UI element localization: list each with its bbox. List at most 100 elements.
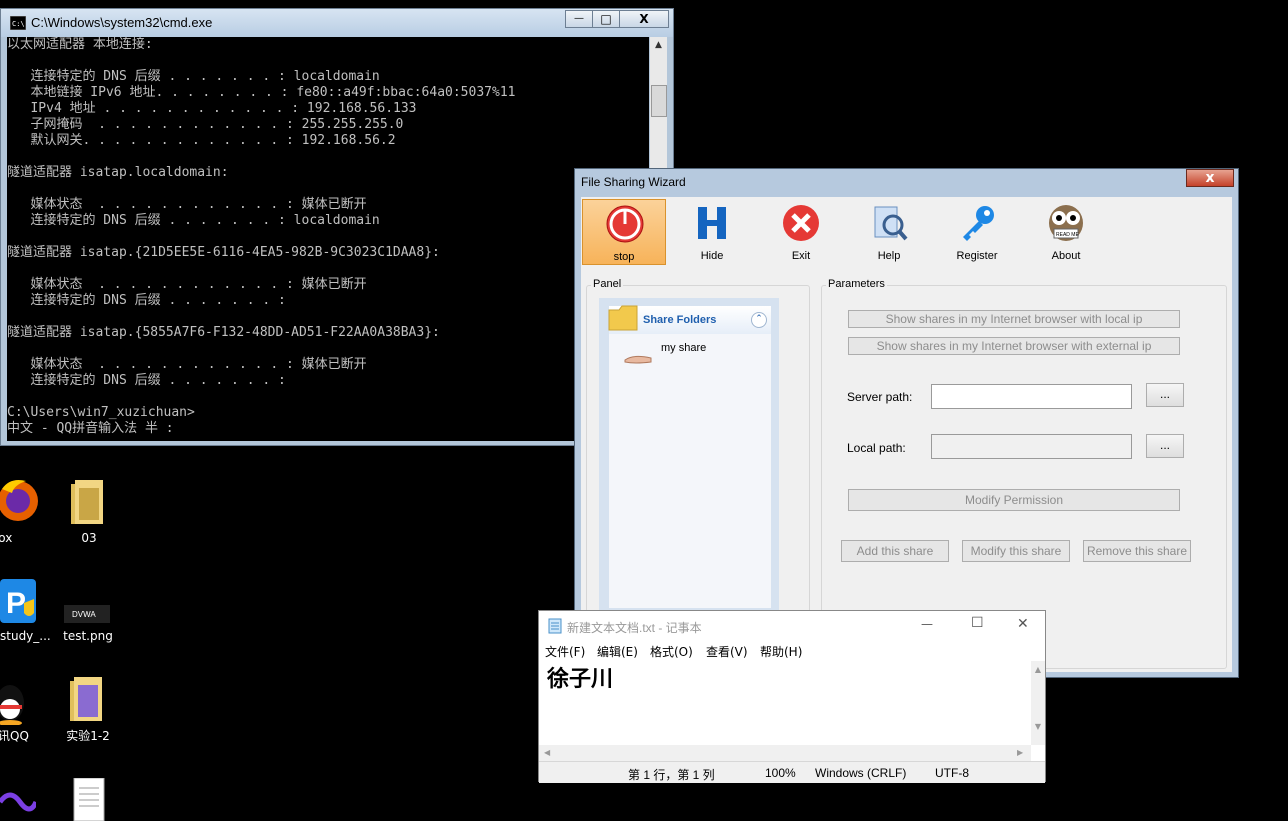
toolbar-exit-button[interactable]: Exit <box>759 199 843 265</box>
console-line: 隧道适配器 isatap.{21D5EE5E-6116-4EA5-982B-9C… <box>7 245 440 260</box>
local-path-label: Local path: <box>847 441 906 455</box>
server-path-browse-button[interactable]: ... <box>1146 383 1184 407</box>
modify-permission-button[interactable]: Modify Permission <box>848 489 1180 511</box>
svg-text:P: P <box>6 587 26 620</box>
wizard-body: stop Hide Exit Help Register READ ME Abo… <box>581 197 1232 672</box>
notepad-hscrollbar[interactable]: ◀ ▶ <box>539 745 1031 761</box>
close-button[interactable]: X <box>619 10 669 28</box>
minimize-button[interactable]: — <box>565 10 593 28</box>
add-share-button[interactable]: Add this share <box>841 540 949 562</box>
panel-label: Panel <box>591 278 624 290</box>
modify-share-button[interactable]: Modify this share <box>962 540 1070 562</box>
toolbar-register-button[interactable]: Register <box>935 199 1019 265</box>
show-local-ip-button[interactable]: Show shares in my Internet browser with … <box>848 310 1180 328</box>
menu-view[interactable]: 查看(V) <box>706 643 748 660</box>
desktop-icon-label: test.png <box>63 629 113 643</box>
notepad-vscrollbar[interactable]: ▲ ▼ <box>1031 661 1045 745</box>
toolbar-stop-button[interactable]: stop <box>582 199 666 265</box>
desktop-icon-textfile[interactable] <box>48 778 128 821</box>
local-path-browse-button[interactable]: ... <box>1146 434 1184 458</box>
notepad-content: 徐子川 <box>547 667 614 692</box>
console-line: 媒体状态 . . . . . . . . . . . . : 媒体已断开 <box>7 277 367 292</box>
toolbar-label: Hide <box>700 250 724 262</box>
notepad-titlebar[interactable]: 新建文本文档.txt - 记事本 — ☐ ✕ <box>539 611 1045 641</box>
cmd-title: C:\Windows\system32\cmd.exe <box>31 15 213 30</box>
share-folders-header[interactable]: Share Folders ⌃ <box>608 305 771 334</box>
wizard-titlebar[interactable]: File Sharing Wizard x <box>575 169 1238 195</box>
toolbar-about-button[interactable]: READ ME About <box>1024 199 1108 265</box>
svg-text:C:\: C:\ <box>12 20 25 28</box>
server-path-label: Server path: <box>847 390 913 404</box>
folder-icon <box>71 480 103 524</box>
local-path-input[interactable] <box>931 434 1132 459</box>
toolbar-help-button[interactable]: Help <box>847 199 931 265</box>
qq-penguin-icon <box>0 685 24 725</box>
menu-file[interactable]: 文件(F) <box>545 643 585 660</box>
desktop-icon-qq[interactable]: 讯QQ <box>0 675 50 745</box>
desktop-icon-label: 03 <box>81 531 97 545</box>
file-sharing-wizard-window[interactable]: File Sharing Wizard x stop Hide Exit Hel… <box>574 168 1239 678</box>
menu-format[interactable]: 格式(O) <box>650 643 693 660</box>
phpstudy-icon: P <box>0 579 36 623</box>
notepad-window[interactable]: 新建文本文档.txt - 记事本 — ☐ ✕ 文件(F) 编辑(E) 格式(O)… <box>538 610 1046 783</box>
image-file-icon: DVWA <box>64 605 110 623</box>
notepad-app-icon <box>548 618 562 634</box>
toolbar-label: Help <box>877 250 901 262</box>
console-line: 媒体状态 . . . . . . . . . . . . : 媒体已断开 <box>7 197 367 212</box>
notepad-title: 新建文本文档.txt - 记事本 <box>567 621 702 635</box>
console-output[interactable]: 以太网适配器 本地连接: 连接特定的 DNS 后缀 . . . . . . . … <box>7 37 649 441</box>
notepad-menubar: 文件(F) 编辑(E) 格式(O) 查看(V) 帮助(H) <box>539 641 1045 661</box>
svg-text:READ ME: READ ME <box>1056 232 1079 238</box>
remove-share-button[interactable]: Remove this share <box>1083 540 1191 562</box>
desktop-icon-label: refox <box>0 531 13 545</box>
desktop-icon-test-png[interactable]: DVWA test.png <box>48 575 128 647</box>
maximize-button[interactable]: □ <box>592 10 620 28</box>
status-zoom: 100% <box>765 766 796 780</box>
scroll-up-arrow[interactable]: ▲ <box>650 37 667 54</box>
collapse-chevron-icon[interactable]: ⌃ <box>751 312 767 328</box>
help-icon <box>874 206 908 241</box>
desktop-icon-label: 实验1-2 <box>66 729 110 743</box>
toolbar-hide-button[interactable]: Hide <box>670 199 754 265</box>
cmd-window[interactable]: C:\ C:\Windows\system32\cmd.exe — □ X 以太… <box>0 8 674 446</box>
server-path-input[interactable] <box>931 384 1132 409</box>
show-external-ip-button[interactable]: Show shares in my Internet browser with … <box>848 337 1180 355</box>
toolbar-label: About <box>1051 250 1081 262</box>
desktop-icon-folder-exp[interactable]: 实验1-2 <box>48 675 128 745</box>
desktop-icon-folder-03[interactable]: 03 <box>49 475 129 545</box>
notepad-close-button[interactable]: ✕ <box>1017 616 1029 632</box>
desktop-icon-firefox[interactable]: refox <box>0 475 50 545</box>
console-line: 连接特定的 DNS 后缀 . . . . . . . : localdomain <box>7 69 380 84</box>
console-line: 子网掩码 . . . . . . . . . . . . : 255.255.2… <box>7 117 404 132</box>
cmd-titlebar[interactable]: C:\ C:\Windows\system32\cmd.exe — □ X <box>1 9 673 37</box>
key-icon <box>963 206 994 241</box>
console-line: 本地链接 IPv6 地址. . . . . . . . : fe80::a49f… <box>7 85 516 100</box>
console-line: 中文 - QQ拼音输入法 半 : <box>7 421 174 436</box>
toolbar-label: stop <box>613 251 635 263</box>
folder-icon <box>70 677 102 721</box>
desktop-icon-phpstudy[interactable]: P study_... <box>0 575 51 647</box>
share-item-label: my share <box>661 342 707 354</box>
console-line: C:\Users\win7_xuzichuan> <box>7 405 195 420</box>
firefox-icon <box>0 480 38 521</box>
scroll-thumb[interactable] <box>651 85 667 117</box>
menu-edit[interactable]: 编辑(E) <box>597 643 638 660</box>
desktop-icon-vs[interactable] <box>0 780 50 821</box>
exit-x-icon <box>783 205 819 241</box>
wizard-close-button[interactable]: x <box>1186 169 1234 187</box>
notepad-text-area[interactable]: 徐子川 <box>539 661 1031 745</box>
desktop-icon-label: 讯QQ <box>0 729 29 743</box>
notepad-minimize-button[interactable]: — <box>921 617 933 631</box>
menu-help[interactable]: 帮助(H) <box>760 643 802 660</box>
folder-icon <box>608 305 638 331</box>
console-line: 隧道适配器 isatap.localdomain: <box>7 165 229 180</box>
notepad-maximize-button[interactable]: ☐ <box>971 615 984 631</box>
share-item[interactable]: my share <box>613 338 763 364</box>
